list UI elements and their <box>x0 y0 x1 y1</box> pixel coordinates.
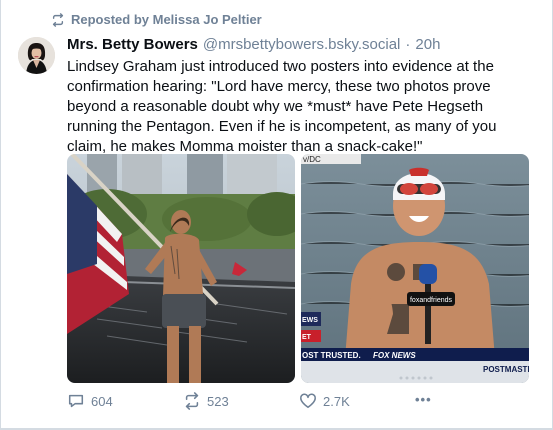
author-name[interactable]: Mrs. Betty Bowers <box>67 36 198 53</box>
post-text: Lindsey Graham just introduced two poste… <box>67 58 497 155</box>
author-handle[interactable]: @mrsbettybowers.bsky.social <box>203 36 401 53</box>
divider <box>1 428 552 429</box>
repost-icon <box>52 12 64 27</box>
repost-button[interactable]: 523 <box>183 392 229 410</box>
image-left[interactable] <box>67 154 295 383</box>
post-time[interactable]: 20h <box>415 36 440 53</box>
more-options-button[interactable]: ••• <box>415 392 432 407</box>
lower-third-logo: FOX NEWS <box>373 351 416 360</box>
post-actions: 604 523 2.7K ••• <box>67 392 467 412</box>
memorial-photo <box>67 154 295 383</box>
separator-dot: · <box>405 36 411 53</box>
mic-label: foxandfriends <box>410 297 453 304</box>
side-tag-2: ET <box>302 334 312 341</box>
avatar-image <box>18 37 55 74</box>
reply-icon <box>68 394 84 408</box>
repost-indicator[interactable]: Reposted by Melissa Jo Peltier <box>51 12 262 27</box>
fox-news-photo: v/DC foxandfriends EWS ET OST TRUSTED. F… <box>301 154 529 383</box>
heart-icon <box>300 393 316 409</box>
repost-count: 523 <box>207 393 229 409</box>
overlay-top-text: v/DC <box>303 155 321 164</box>
like-button[interactable]: 2.7K <box>299 392 350 410</box>
lower-third-left: OST TRUSTED. <box>302 351 361 360</box>
like-count: 2.7K <box>323 393 350 409</box>
lower-third-right: POSTMASTE <box>483 365 529 374</box>
more-icon: ••• <box>415 392 432 407</box>
avatar[interactable] <box>18 37 55 74</box>
post-card[interactable]: Reposted by Melissa Jo Peltier Mrs. Bett… <box>0 0 553 430</box>
side-tag: EWS <box>302 317 318 324</box>
image-right[interactable]: v/DC foxandfriends EWS ET OST TRUSTED. F… <box>301 154 529 383</box>
reply-button[interactable]: 604 <box>67 392 113 410</box>
post-images: v/DC foxandfriends EWS ET OST TRUSTED. F… <box>67 154 529 383</box>
repost-label: Reposted by Melissa Jo Peltier <box>71 12 262 27</box>
post-header: Mrs. Betty Bowers @mrsbettybowers.bsky.s… <box>67 36 440 53</box>
repost-icon <box>185 392 199 410</box>
reply-count: 604 <box>91 393 113 409</box>
